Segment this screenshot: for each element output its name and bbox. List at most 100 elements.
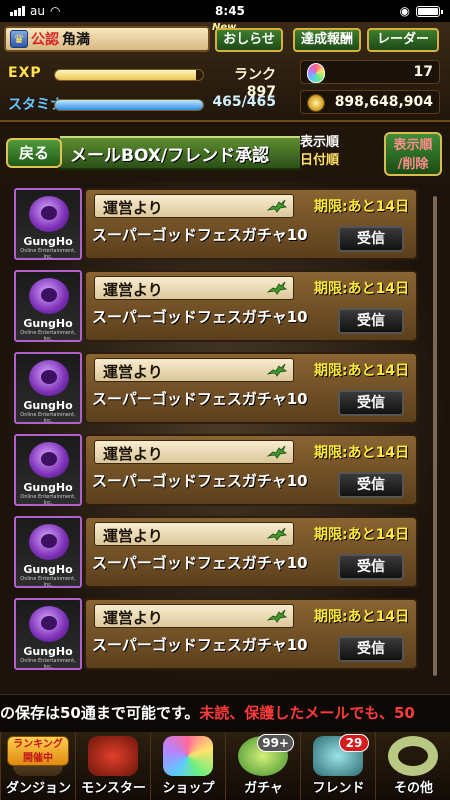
mail-panel[interactable]: 運営より 期限:あと14日 スーパーゴッドフェスガチャ10 受信 — [84, 352, 418, 424]
carrier-label: au — [30, 4, 45, 18]
mail-row[interactable]: GungHo Online Entertainment, Inc. 運営より 期… — [14, 352, 418, 424]
logo-text: GungHo — [23, 563, 73, 576]
player-name-plate[interactable]: ♛ 公認 角満 — [4, 26, 210, 52]
sort-label: 表示順 — [300, 135, 340, 150]
monster-icon — [88, 736, 138, 776]
nav-monster-label: モンスター — [81, 781, 146, 796]
mail-row[interactable]: GungHo Online Entertainment, Inc. 運営より 期… — [14, 516, 418, 588]
sort-indicator: 表示順 日付順 — [300, 134, 339, 170]
mail-row[interactable]: GungHo Online Entertainment, Inc. 運営より 期… — [14, 434, 418, 506]
signal-icon — [10, 6, 25, 16]
nav-gacha[interactable]: 99+ ガチャ — [225, 732, 300, 800]
logo-subtext: Online Entertainment, Inc. — [20, 576, 76, 588]
page-title: メールBOX/フレンド承認 — [70, 146, 270, 166]
receive-button[interactable]: 受信 — [338, 636, 404, 662]
nav-friend[interactable]: 29 フレンド — [300, 732, 375, 800]
logo-subtext: Online Entertainment, Inc. — [20, 494, 76, 506]
coin-icon — [307, 94, 325, 112]
mail-sender: 運営より — [103, 609, 163, 627]
sort-delete-button[interactable]: 表示順 /削除 — [384, 132, 442, 176]
mail-subject: スーパーゴッドフェスガチャ10 — [92, 226, 308, 244]
sort-delete-line1: 表示順 — [393, 138, 433, 153]
mail-panel[interactable]: 運営より 期限:あと14日 スーパーゴッドフェスガチャ10 受信 — [84, 270, 418, 342]
mail-deadline: 期限:あと14日 — [314, 445, 410, 461]
sender-box: 運営より — [94, 522, 294, 546]
receive-button[interactable]: 受信 — [338, 308, 404, 334]
scrollbar[interactable] — [433, 196, 437, 676]
back-button[interactable]: 戻る — [6, 138, 62, 168]
mail-deadline: 期限:あと14日 — [314, 281, 410, 297]
mail-sender: 運営より — [103, 363, 163, 381]
receive-button[interactable]: 受信 — [338, 554, 404, 580]
logo-text: GungHo — [23, 481, 73, 494]
sender-box: 運営より — [94, 440, 294, 464]
mail-row[interactable]: GungHo Online Entertainment, Inc. 運営より 期… — [14, 188, 418, 260]
mail-deadline: 期限:あと14日 — [314, 363, 410, 379]
notice-button[interactable]: おしらせ — [215, 28, 283, 52]
nav-dungeon-label: ダンジョン — [5, 781, 71, 796]
dragon-icon — [267, 445, 287, 459]
mail-subject: スーパーゴッドフェスガチャ10 — [92, 636, 308, 654]
mail-panel[interactable]: 運営より 期限:あと14日 スーパーゴッドフェスガチャ10 受信 — [84, 188, 418, 260]
friend-badge: 29 — [339, 734, 369, 752]
player-hud: ♛ 公認 角満 New おしらせ 達成報酬 レーダー EXP ランク 897 ス… — [0, 22, 450, 122]
dragon-icon — [267, 199, 287, 213]
mail-subject: スーパーゴッドフェスガチャ10 — [92, 308, 308, 326]
nav-monster[interactable]: モンスター — [75, 732, 150, 800]
sender-box: 運営より — [94, 194, 294, 218]
clock: 8:45 — [215, 4, 245, 18]
sender-box: 運営より — [94, 358, 294, 382]
nav-other-label: その他 — [393, 781, 433, 796]
mail-panel[interactable]: 運営より 期限:あと14日 スーパーゴッドフェスガチャ10 受信 — [84, 516, 418, 588]
crown-icon: ♛ — [10, 30, 28, 48]
sender-box: 運営より — [94, 604, 294, 628]
logo-subtext: Online Entertainment, Inc. — [20, 658, 76, 670]
ranking-event-tag: ランキング 開催中 — [7, 736, 69, 766]
orientation-lock-icon: ◉ — [399, 4, 410, 18]
nav-other[interactable]: その他 — [375, 732, 450, 800]
magic-stone-icon — [307, 63, 325, 83]
logo-text: GungHo — [23, 235, 73, 248]
mail-panel[interactable]: 運営より 期限:あと14日 スーパーゴッドフェスガチャ10 受信 — [84, 598, 418, 670]
achievement-reward-button[interactable]: 達成報酬 — [293, 28, 361, 52]
nav-gacha-label: ガチャ — [244, 781, 283, 796]
receive-button[interactable]: 受信 — [338, 226, 404, 252]
mail-subject: スーパーゴッドフェスガチャ10 — [92, 554, 308, 572]
ranking-tag-line1: ランキング — [13, 739, 63, 750]
nav-shop[interactable]: ショップ — [150, 732, 225, 800]
battery-icon — [415, 5, 443, 17]
gungho-logo-icon — [29, 606, 69, 642]
sender-logo: GungHo Online Entertainment, Inc. — [14, 352, 82, 424]
receive-button[interactable]: 受信 — [338, 472, 404, 498]
logo-text: GungHo — [23, 645, 73, 658]
magic-stone-counter[interactable]: 17 — [300, 60, 440, 84]
mail-row[interactable]: GungHo Online Entertainment, Inc. 運営より 期… — [14, 598, 418, 670]
exp-label: EXP — [8, 65, 42, 81]
radar-button[interactable]: レーダー — [367, 28, 439, 52]
mail-deadline: 期限:あと14日 — [314, 199, 410, 215]
sender-logo: GungHo Online Entertainment, Inc. — [14, 434, 82, 506]
sort-delete-line2: /削除 — [397, 157, 429, 172]
sort-order: 日付順 — [300, 153, 340, 168]
receive-button[interactable]: 受信 — [338, 390, 404, 416]
gacha-badge: 99+ — [257, 734, 294, 752]
other-ring-icon — [388, 736, 438, 776]
nav-friend-label: フレンド — [312, 781, 365, 796]
dragon-icon — [267, 281, 287, 295]
mail-list[interactable]: GungHo Online Entertainment, Inc. 運営より 期… — [0, 182, 450, 692]
mail-sender: 運営より — [103, 199, 163, 217]
mail-row[interactable]: GungHo Online Entertainment, Inc. 運営より 期… — [14, 270, 418, 342]
mail-deadline: 期限:あと14日 — [314, 609, 410, 625]
mail-panel[interactable]: 運営より 期限:あと14日 スーパーゴッドフェスガチャ10 受信 — [84, 434, 418, 506]
mail-sender: 運営より — [103, 527, 163, 545]
gungho-logo-icon — [29, 524, 69, 560]
dragon-icon — [267, 527, 287, 541]
status-bar: au ◠ 8:45 ◉ — [0, 0, 450, 22]
bottom-nav: ランキング 開催中 ダンジョン モンスター ショップ 99+ ガチャ 29 フレ… — [0, 732, 450, 800]
player-name: 角満 — [62, 32, 90, 48]
nav-dungeon[interactable]: ランキング 開催中 ダンジョン — [0, 732, 75, 800]
logo-subtext: Online Entertainment, Inc. — [20, 248, 76, 260]
dragon-icon — [267, 363, 287, 377]
stamina-value: 465/465 — [212, 94, 276, 110]
coin-counter: 898,648,904 — [300, 90, 440, 114]
